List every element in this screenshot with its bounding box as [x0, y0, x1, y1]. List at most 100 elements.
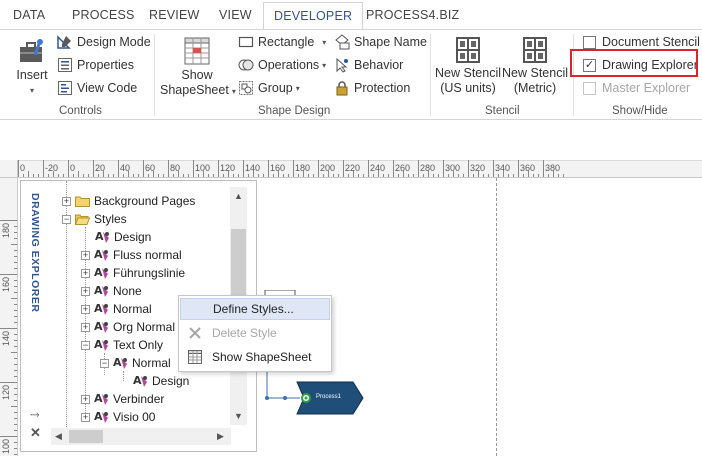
- expand-icon[interactable]: +: [62, 196, 71, 206]
- ruler-label: 0: [70, 163, 76, 173]
- scroll-left-icon[interactable]: ◀: [55, 431, 62, 442]
- ruler-tick: [193, 160, 194, 177]
- operations-button[interactable]: Operations ▾: [238, 57, 326, 73]
- tree-item-style[interactable]: + A Verbinder: [81, 390, 164, 408]
- horizontal-scroll-thumb[interactable]: [69, 430, 103, 443]
- new-stencil-metric-button[interactable]: New Stencil (Metric): [502, 36, 568, 96]
- tree-item-style[interactable]: + A Visio 00: [81, 408, 155, 426]
- ruler-minor-tick: [188, 174, 189, 177]
- tab-process4biz[interactable]: PROCESS4.BIZ: [366, 8, 459, 22]
- tree-item-style[interactable]: − A Normal: [100, 354, 171, 372]
- tree-item-style[interactable]: + A Org Normal: [81, 318, 175, 336]
- expand-icon[interactable]: +: [81, 250, 90, 260]
- ruler-minor-tick: [123, 174, 124, 177]
- tab-process[interactable]: PROCESS: [72, 8, 135, 22]
- view-code-button[interactable]: View Code: [57, 80, 137, 96]
- master-explorer-checkbox[interactable]: Master Explorer: [583, 81, 690, 95]
- protection-label: Protection: [354, 81, 411, 95]
- tab-developer[interactable]: DEVELOPER: [263, 2, 364, 30]
- ruler-tick: [518, 160, 519, 177]
- tree-horizontal-scrollbar[interactable]: ◀ ▶: [51, 428, 231, 445]
- scroll-right-icon[interactable]: ▶: [217, 431, 224, 442]
- ruler-minor-tick: [83, 174, 84, 177]
- ruler-minor-tick: [14, 358, 17, 359]
- ruler-label: 100: [1, 438, 11, 454]
- protection-button[interactable]: Protection: [334, 80, 410, 96]
- tree-item-style[interactable]: + A Führungslinie: [81, 264, 185, 282]
- tree-guide: [123, 371, 124, 381]
- checkbox-unchecked-icon[interactable]: [583, 35, 596, 49]
- group-button[interactable]: Group ▾: [238, 80, 300, 96]
- behavior-button[interactable]: Behavior: [334, 57, 403, 73]
- ruler-minor-tick: [308, 174, 309, 177]
- lock-icon: [334, 80, 350, 96]
- collapse-icon[interactable]: −: [81, 340, 90, 350]
- connection-point[interactable]: [283, 396, 287, 400]
- collapse-icon[interactable]: −: [100, 358, 109, 368]
- vertical-ruler[interactable]: 180 160 140 120 100: [0, 178, 18, 456]
- expand-icon[interactable]: +: [81, 268, 90, 278]
- ruler-minor-tick: [388, 174, 389, 177]
- ruler-label: 180: [1, 222, 11, 238]
- rectangle-button[interactable]: Rectangle ▾: [238, 34, 326, 50]
- style-icon: A: [94, 266, 110, 281]
- svg-text:A: A: [94, 392, 103, 405]
- menu-item-label: Define Styles...: [213, 302, 294, 316]
- expand-icon[interactable]: +: [81, 394, 90, 404]
- new-stencil-us-button[interactable]: New Stencil (US units): [435, 36, 501, 96]
- show-shapesheet-button[interactable]: Show ShapeSheet ▾: [160, 36, 236, 99]
- ribbon-tab-bar: DATA PROCESS REVIEW VIEW DEVELOPER PROCE…: [0, 0, 702, 30]
- expand-icon[interactable]: +: [81, 286, 90, 296]
- checkbox-unchecked-icon[interactable]: [583, 81, 596, 95]
- shape-name-button[interactable]: Shape Name: [334, 34, 427, 50]
- menu-item-define-styles[interactable]: Define Styles...: [180, 298, 330, 320]
- pin-icon[interactable]: ⤑: [30, 407, 40, 422]
- menu-item-delete-style[interactable]: Delete Style: [180, 322, 330, 344]
- ruler-minor-tick: [198, 174, 199, 177]
- document-stencil-checkbox[interactable]: Document Stencil: [583, 35, 700, 49]
- ruler-tick: [93, 160, 94, 177]
- tab-view[interactable]: VIEW: [219, 8, 252, 22]
- tree-item-style[interactable]: A Design: [133, 372, 189, 390]
- ruler-minor-tick: [223, 174, 224, 177]
- collapse-icon[interactable]: −: [62, 214, 71, 224]
- ruler-minor-tick: [38, 174, 39, 177]
- insert-label: Insert: [16, 68, 48, 82]
- horizontal-ruler[interactable]: 0 -20 0 20 40 60 80 100 120 140 160 180 200 220 240 260…: [18, 160, 702, 178]
- tree-item-style[interactable]: + A None: [81, 282, 142, 300]
- group-label-shape-design: Shape Design: [258, 105, 331, 117]
- tree-item-styles[interactable]: − Styles: [62, 210, 127, 228]
- design-mode-label: Design Mode: [77, 35, 151, 49]
- ruler-minor-tick: [228, 171, 229, 177]
- expand-icon[interactable]: +: [81, 322, 90, 332]
- menu-item-show-shapesheet[interactable]: Show ShapeSheet: [180, 346, 330, 368]
- ruler-minor-tick: [33, 174, 34, 177]
- ruler-tick: [493, 160, 494, 177]
- ruler-minor-tick: [138, 174, 139, 177]
- scroll-down-icon[interactable]: ▼: [234, 411, 243, 421]
- connection-point[interactable]: [265, 396, 269, 400]
- ruler-tick: [0, 328, 17, 329]
- tree-item-style[interactable]: + A Normal: [81, 300, 152, 318]
- tree-item-style[interactable]: + A Fluss normal: [81, 246, 182, 264]
- ruler-minor-tick: [288, 174, 289, 177]
- ruler-minor-tick: [488, 174, 489, 177]
- drawing-explorer-title: DRAWING EXPLORER: [29, 193, 41, 313]
- tab-data[interactable]: DATA: [13, 8, 45, 22]
- design-mode-button[interactable]: Design Mode: [57, 34, 151, 50]
- ruler-minor-tick: [183, 174, 184, 177]
- tab-review[interactable]: REVIEW: [149, 8, 200, 22]
- tree-item-background-pages[interactable]: + Background Pages: [62, 192, 195, 210]
- document-stencil-label: Document Stencil: [602, 35, 700, 49]
- svg-text:A: A: [133, 374, 142, 387]
- tree-item-style[interactable]: − A Text Only: [81, 336, 163, 354]
- ruler-minor-tick: [113, 174, 114, 177]
- expand-icon[interactable]: +: [81, 412, 90, 422]
- insert-button[interactable]: Insert ▾: [10, 36, 54, 98]
- properties-button[interactable]: Properties: [57, 57, 134, 73]
- scroll-up-icon[interactable]: ▲: [234, 191, 243, 201]
- expand-icon[interactable]: +: [81, 304, 90, 314]
- tree-item-style[interactable]: A Design: [95, 228, 151, 246]
- new-stencil-us-label-1: New Stencil: [435, 66, 501, 80]
- close-icon[interactable]: ✕: [30, 425, 41, 441]
